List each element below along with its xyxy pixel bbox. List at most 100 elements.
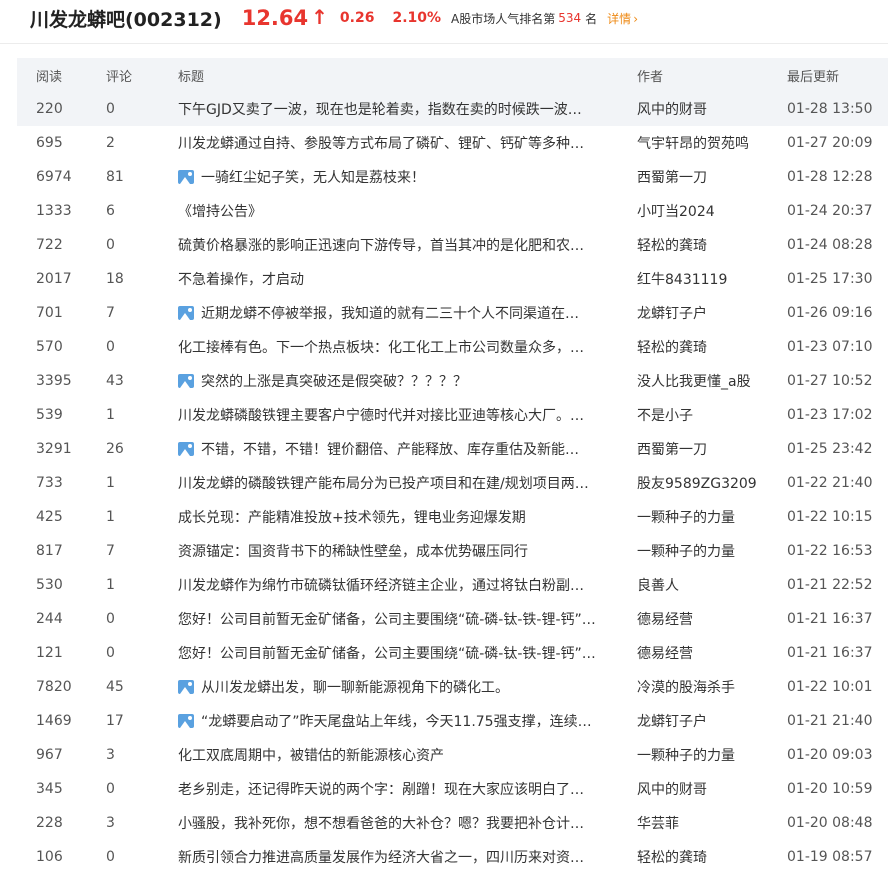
post-author[interactable]: 不是小子 bbox=[637, 405, 787, 425]
post-title-text[interactable]: 您好！公司目前暂无金矿储备，公司主要围绕“硫-磷-钛-铁-锂-钙”… bbox=[178, 609, 596, 629]
post-title-text[interactable]: 硫黄价格暴涨的影响正迅速向下游传导，首当其冲的是化肥和农… bbox=[178, 235, 584, 255]
stock-price: 12.64 bbox=[241, 6, 309, 30]
post-title-text[interactable]: “龙蟒要启动了”昨天尾盘站上年线，今天11.75强支撑，连续… bbox=[201, 711, 592, 731]
post-title-text[interactable]: 川发龙蟒通过自持、参股等方式布局了磷矿、锂矿、钙矿等多种… bbox=[178, 133, 584, 153]
post-title[interactable]: 一骑红尘妃子笑，无人知是荔枝来！ bbox=[178, 167, 637, 187]
table-row[interactable]: 121 0 您好！公司目前暂无金矿储备，公司主要围绕“硫-磷-钛-铁-锂-钙”… 德易… bbox=[17, 636, 888, 670]
post-author[interactable]: 西蜀第一刀 bbox=[637, 167, 787, 187]
post-author[interactable]: 龙蟒钉子户 bbox=[637, 303, 787, 323]
post-author[interactable]: 风中的财哥 bbox=[637, 99, 787, 119]
post-title[interactable]: 川发龙蟒的磷酸铁锂产能布局分为已投产项目和在建/规划项目两… bbox=[178, 473, 637, 493]
post-title[interactable]: 硫黄价格暴涨的影响正迅速向下游传导，首当其冲的是化肥和农… bbox=[178, 235, 637, 255]
table-row[interactable]: 6974 81 一骑红尘妃子笑，无人知是荔枝来！ 西蜀第一刀 01-28 12:28 bbox=[17, 160, 888, 194]
post-title-text[interactable]: 一骑红尘妃子笑，无人知是荔枝来！ bbox=[201, 167, 425, 187]
post-author[interactable]: 良善人 bbox=[637, 575, 787, 595]
post-author[interactable]: 股友9589ZG3209 bbox=[637, 473, 787, 493]
post-author[interactable]: 气宇轩昂的贺苑鸣 bbox=[637, 133, 787, 153]
post-author[interactable]: 冷漠的股海杀手 bbox=[637, 677, 787, 697]
post-title-text[interactable]: 小骚股，我补死你，想不想看爸爸的大补仓？嗯？我要把补仓计… bbox=[178, 813, 584, 833]
post-title[interactable]: 您好！公司目前暂无金矿储备，公司主要围绕“硫-磷-钛-铁-锂-钙”… bbox=[178, 609, 637, 629]
post-title[interactable]: 《增持公告》 bbox=[178, 201, 637, 221]
post-author[interactable]: 没人比我更懂_a股 bbox=[637, 371, 787, 391]
post-author[interactable]: 西蜀第一刀 bbox=[637, 439, 787, 459]
table-row[interactable]: 425 1 成长兑现：产能精准投放+技术领先，锂电业务迎爆发期 一颗种子的力量 01-2… bbox=[17, 500, 888, 534]
post-title-text[interactable]: 《增持公告》 bbox=[178, 201, 262, 221]
table-row[interactable]: 570 0 化工接棒有色。下一个热点板块：化工化工上市公司数量众多，… 轻松的龚琦 01… bbox=[17, 330, 888, 364]
post-title[interactable]: 成长兑现：产能精准投放+技术领先，锂电业务迎爆发期 bbox=[178, 507, 637, 527]
table-row[interactable]: 530 1 川发龙蟒作为绵竹市硫磷钛循环经济链主企业，通过将钛白粉副… 良善人 01-2… bbox=[17, 568, 888, 602]
table-row[interactable]: 7820 45 从川发龙蟒出发，聊一聊新能源视角下的磷化工。 冷漠的股海杀手 01-22… bbox=[17, 670, 888, 704]
table-row[interactable]: 967 3 化工双底周期中，被错估的新能源核心资产 一颗种子的力量 01-20 09:0… bbox=[17, 738, 888, 772]
post-title[interactable]: 不错，不错，不错！锂价翻倍、产能释放、库存重估及新能… bbox=[178, 439, 637, 459]
post-title-text[interactable]: 川发龙蟒作为绵竹市硫磷钛循环经济链主企业，通过将钛白粉副… bbox=[178, 575, 584, 595]
bar-title[interactable]: 川发龙蟒吧(002312) bbox=[30, 5, 222, 32]
last-updated: 01-21 22:52 bbox=[787, 577, 873, 593]
comment-count: 3 bbox=[106, 747, 115, 763]
post-title[interactable]: 川发龙蟒磷酸铁锂主要客户宁德时代并对接比亚迪等核心大厂。… bbox=[178, 405, 637, 425]
post-title[interactable]: 新质引领合力推进高质量发展作为经济大省之一，四川历来对资… bbox=[178, 847, 637, 867]
table-row[interactable]: 1333 6 《增持公告》 小叮当2024 01-24 20:37 bbox=[17, 194, 888, 228]
post-title-text[interactable]: 您好！公司目前暂无金矿储备，公司主要围绕“硫-磷-钛-铁-锂-钙”… bbox=[178, 643, 596, 663]
post-author[interactable]: 一颗种子的力量 bbox=[637, 507, 787, 527]
read-count: 539 bbox=[36, 407, 63, 423]
post-title-text[interactable]: 成长兑现：产能精准投放+技术领先，锂电业务迎爆发期 bbox=[178, 507, 526, 527]
post-author[interactable]: 小叮当2024 bbox=[637, 201, 787, 221]
post-title-text[interactable]: 新质引领合力推进高质量发展作为经济大省之一，四川历来对资… bbox=[178, 847, 584, 867]
post-author[interactable]: 轻松的龚琦 bbox=[637, 847, 787, 867]
post-author[interactable]: 华芸菲 bbox=[637, 813, 787, 833]
table-row[interactable]: 345 0 老乡别走，还记得昨天说的两个字：剐蹭！现在大家应该明白了… 风中的财哥 01… bbox=[17, 772, 888, 806]
table-row[interactable]: 2017 18 不急着操作，才启动 红牛8431119 01-25 17:30 bbox=[17, 262, 888, 296]
details-link[interactable]: 详情 › bbox=[607, 10, 638, 27]
read-count: 121 bbox=[36, 645, 63, 661]
post-author[interactable]: 轻松的龚琦 bbox=[637, 337, 787, 357]
post-title[interactable]: 近期龙蟒不停被举报，我知道的就有二三十个人不同渠道在… bbox=[178, 303, 637, 323]
post-title[interactable]: 川发龙蟒通过自持、参股等方式布局了磷矿、锂矿、钙矿等多种… bbox=[178, 133, 637, 153]
read-count: 6974 bbox=[36, 169, 72, 185]
table-row[interactable]: 220 0 下午GJD又卖了一波，现在也是轮着卖，指数在卖的时候跌一波… 风中的财哥 0… bbox=[17, 92, 888, 126]
post-title[interactable]: 川发龙蟒作为绵竹市硫磷钛循环经济链主企业，通过将钛白粉副… bbox=[178, 575, 637, 595]
table-row[interactable]: 722 0 硫黄价格暴涨的影响正迅速向下游传导，首当其冲的是化肥和农… 轻松的龚琦 01… bbox=[17, 228, 888, 262]
post-author[interactable]: 德易经营 bbox=[637, 643, 787, 663]
post-title-text[interactable]: 川发龙蟒的磷酸铁锂产能布局分为已投产项目和在建/规划项目两… bbox=[178, 473, 589, 493]
table-row[interactable]: 106 0 新质引领合力推进高质量发展作为经济大省之一，四川历来对资… 轻松的龚琦 01… bbox=[17, 840, 888, 874]
post-title-text[interactable]: 不急着操作，才启动 bbox=[178, 269, 304, 289]
table-row[interactable]: 1469 17 “龙蟒要启动了”昨天尾盘站上年线，今天11.75强支撑，连续… 龙蟒钉… bbox=[17, 704, 888, 738]
table-row[interactable]: 244 0 您好！公司目前暂无金矿储备，公司主要围绕“硫-磷-钛-铁-锂-钙”… 德易… bbox=[17, 602, 888, 636]
post-title-text[interactable]: 近期龙蟒不停被举报，我知道的就有二三十个人不同渠道在… bbox=[201, 303, 579, 323]
table-row[interactable]: 701 7 近期龙蟒不停被举报，我知道的就有二三十个人不同渠道在… 龙蟒钉子户 01-2… bbox=[17, 296, 888, 330]
post-title[interactable]: 老乡别走，还记得昨天说的两个字：剐蹭！现在大家应该明白了… bbox=[178, 779, 637, 799]
post-title-text[interactable]: 川发龙蟒磷酸铁锂主要客户宁德时代并对接比亚迪等核心大厂。… bbox=[178, 405, 584, 425]
table-row[interactable]: 3395 43 突然的上涨是真突破还是假突破？？？？？ 没人比我更懂_a股 01-27 … bbox=[17, 364, 888, 398]
post-title-text[interactable]: 资源锚定：国资背书下的稀缺性壁垒，成本优势碾压同行 bbox=[178, 541, 528, 561]
post-title-text[interactable]: 不错，不错，不错！锂价翻倍、产能释放、库存重估及新能… bbox=[201, 439, 579, 459]
post-author[interactable]: 红牛8431119 bbox=[637, 269, 787, 289]
post-title[interactable]: 小骚股，我补死你，想不想看爸爸的大补仓？嗯？我要把补仓计… bbox=[178, 813, 637, 833]
post-author[interactable]: 轻松的龚琦 bbox=[637, 235, 787, 255]
table-row[interactable]: 539 1 川发龙蟒磷酸铁锂主要客户宁德时代并对接比亚迪等核心大厂。… 不是小子 01-… bbox=[17, 398, 888, 432]
post-title-text[interactable]: 突然的上涨是真突破还是假突破？？？？？ bbox=[201, 371, 467, 391]
post-author[interactable]: 龙蟒钉子户 bbox=[637, 711, 787, 731]
post-title-text[interactable]: 化工接棒有色。下一个热点板块：化工化工上市公司数量众多，… bbox=[178, 337, 584, 357]
post-title[interactable]: “龙蟒要启动了”昨天尾盘站上年线，今天11.75强支撑，连续… bbox=[178, 711, 637, 731]
table-row[interactable]: 733 1 川发龙蟒的磷酸铁锂产能布局分为已投产项目和在建/规划项目两… 股友9589… bbox=[17, 466, 888, 500]
post-author[interactable]: 一颗种子的力量 bbox=[637, 745, 787, 765]
post-title-text[interactable]: 从川发龙蟒出发，聊一聊新能源视角下的磷化工。 bbox=[201, 677, 509, 697]
table-row[interactable]: 228 3 小骚股，我补死你，想不想看爸爸的大补仓？嗯？我要把补仓计… 华芸菲 01-2… bbox=[17, 806, 888, 840]
post-title-text[interactable]: 老乡别走，还记得昨天说的两个字：剐蹭！现在大家应该明白了… bbox=[178, 779, 584, 799]
post-title-text[interactable]: 化工双底周期中，被错估的新能源核心资产 bbox=[178, 745, 444, 765]
post-title[interactable]: 不急着操作，才启动 bbox=[178, 269, 637, 289]
post-author[interactable]: 一颗种子的力量 bbox=[637, 541, 787, 561]
post-title[interactable]: 资源锚定：国资背书下的稀缺性壁垒，成本优势碾压同行 bbox=[178, 541, 637, 561]
table-row[interactable]: 3291 26 不错，不错，不错！锂价翻倍、产能释放、库存重估及新能… 西蜀第一刀 01… bbox=[17, 432, 888, 466]
post-title[interactable]: 化工接棒有色。下一个热点板块：化工化工上市公司数量众多，… bbox=[178, 337, 637, 357]
post-title-text[interactable]: 下午GJD又卖了一波，现在也是轮着卖，指数在卖的时候跌一波… bbox=[178, 99, 582, 119]
post-title[interactable]: 化工双底周期中，被错估的新能源核心资产 bbox=[178, 745, 637, 765]
post-author[interactable]: 风中的财哥 bbox=[637, 779, 787, 799]
post-title[interactable]: 从川发龙蟒出发，聊一聊新能源视角下的磷化工。 bbox=[178, 677, 637, 697]
table-row[interactable]: 695 2 川发龙蟒通过自持、参股等方式布局了磷矿、锂矿、钙矿等多种… 气宇轩昂的贺苑… bbox=[17, 126, 888, 160]
table-row[interactable]: 817 7 资源锚定：国资背书下的稀缺性壁垒，成本优势碾压同行 一颗种子的力量 01-2… bbox=[17, 534, 888, 568]
post-author[interactable]: 德易经营 bbox=[637, 609, 787, 629]
post-title[interactable]: 您好！公司目前暂无金矿储备，公司主要围绕“硫-磷-钛-铁-锂-钙”… bbox=[178, 643, 637, 663]
post-title[interactable]: 下午GJD又卖了一波，现在也是轮着卖，指数在卖的时候跌一波… bbox=[178, 99, 637, 119]
post-title[interactable]: 突然的上涨是真突破还是假突破？？？？？ bbox=[178, 371, 637, 391]
